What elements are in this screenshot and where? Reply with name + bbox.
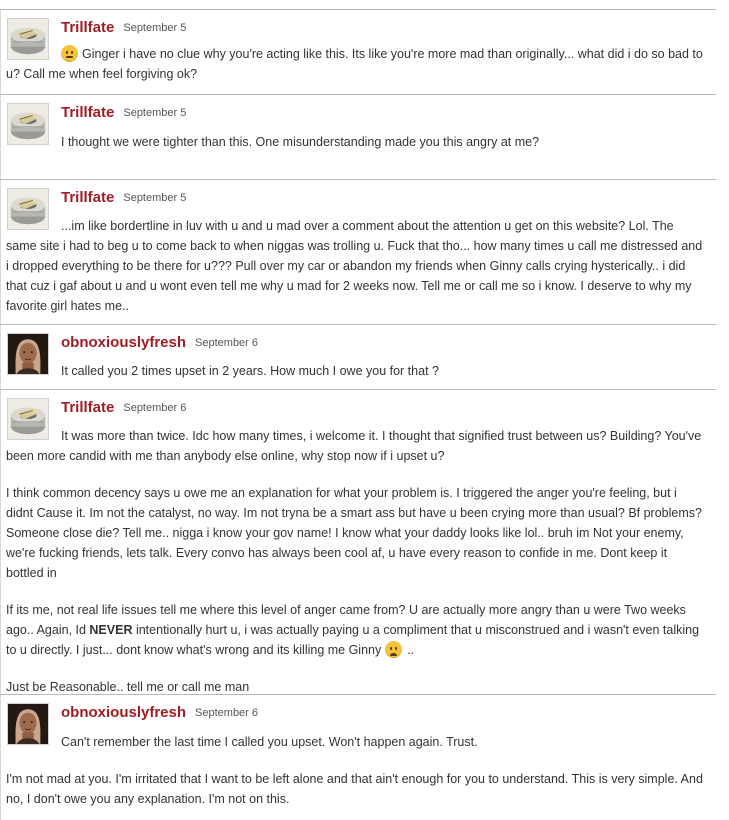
emphasis-text: NEVER — [89, 623, 133, 637]
post-text: It called you 2 times upset in 2 years. … — [61, 364, 439, 378]
post-text: I thought we were tighter than this. One… — [61, 135, 540, 149]
tired-face-emoji-icon — [384, 641, 402, 658]
post-body: It called you 2 times upset in 2 years. … — [6, 361, 706, 381]
post-body: Ginger i have no clue why you're acting … — [6, 44, 706, 84]
author-name[interactable]: Trillfate — [61, 19, 114, 36]
post-paragraph: It was more than twice. Idc how many tim… — [6, 426, 706, 466]
post-header: Trillfate September 5 — [61, 189, 186, 206]
post-header: Trillfate September 5 — [61, 19, 186, 36]
post-text: ...im like bordertline in luv with u and… — [6, 219, 703, 313]
post-date: September 6 — [195, 707, 259, 719]
post-paragraph: I think common decency says u owe me an … — [6, 483, 706, 583]
post-text: Just be Reasonable.. tell me or call me … — [6, 680, 250, 694]
post-text: .. — [403, 643, 415, 657]
post-header: Trillfate September 6 — [61, 399, 186, 416]
post-text: It was more than twice. Idc how many tim… — [6, 429, 702, 463]
post-date: September 5 — [123, 22, 187, 34]
post-date: September 5 — [123, 107, 187, 119]
author-name[interactable]: Trillfate — [61, 399, 114, 416]
author-name[interactable]: obnoxiouslyfresh — [61, 334, 186, 351]
author-name[interactable]: Trillfate — [61, 104, 114, 121]
post-text: I think common decency says u owe me an … — [6, 486, 702, 580]
post-paragraph: ...im like bordertline in luv with u and… — [6, 216, 706, 316]
post-body: ...im like bordertline in luv with u and… — [6, 216, 706, 316]
post-text: Can't remember the last time I called yo… — [61, 735, 478, 749]
confused-face-emoji-icon — [61, 45, 78, 62]
author-name[interactable]: Trillfate — [61, 189, 114, 206]
author-name[interactable]: obnoxiouslyfresh — [61, 704, 186, 721]
post-paragraph: Can't remember the last time I called yo… — [6, 732, 706, 752]
post-paragraph: It called you 2 times upset in 2 years. … — [6, 361, 706, 381]
post-text: Ginger i have no clue why you're acting … — [6, 47, 703, 81]
message-post: obnoxiouslyfresh September 6 Can't rememb… — [0, 694, 716, 820]
post-header: obnoxiouslyfresh September 6 — [61, 334, 258, 351]
post-date: September 6 — [195, 337, 259, 349]
post-text: I'm not mad at you. I'm irritated that I… — [6, 772, 703, 806]
message-post: Trillfate September 6 It was more than tw… — [0, 389, 716, 694]
post-paragraph: Ginger i have no clue why you're acting … — [6, 44, 706, 84]
post-header: Trillfate September 5 — [61, 104, 186, 121]
post-date: September 5 — [123, 192, 187, 204]
message-post: Trillfate September 5 Ginger i have no cl… — [0, 9, 716, 94]
post-paragraph: I thought we were tighter than this. One… — [6, 132, 706, 152]
message-post: obnoxiouslyfresh September 6 It called yo… — [0, 324, 716, 389]
post-paragraph: I'm not mad at you. I'm irritated that I… — [6, 769, 706, 809]
post-paragraph: If its me, not real life issues tell me … — [6, 600, 706, 660]
post-body: It was more than twice. Idc how many tim… — [6, 426, 706, 697]
post-date: September 6 — [123, 402, 187, 414]
message-thread: Trillfate September 5 Ginger i have no cl… — [0, 0, 729, 820]
post-body: I thought we were tighter than this. One… — [6, 132, 706, 152]
message-post: Trillfate September 5 ...im like bordertl… — [0, 179, 716, 324]
post-header: obnoxiouslyfresh September 6 — [61, 704, 258, 721]
post-body: Can't remember the last time I called yo… — [6, 732, 706, 809]
message-post: Trillfate September 5 I thought we were t… — [0, 94, 716, 179]
